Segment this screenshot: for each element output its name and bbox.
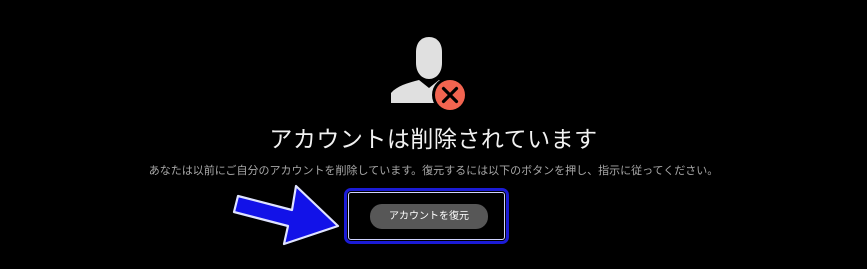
- restore-account-button[interactable]: アカウントを復元: [370, 204, 488, 229]
- page-description: あなたは以前にご自分のアカウントを削除しています。復元するには以下のボタンを押し…: [148, 164, 719, 177]
- arrow-right-icon: [232, 184, 340, 246]
- pointer-arrow: [232, 176, 344, 248]
- page-title: アカウントは削除されています: [269, 127, 598, 153]
- user-silhouette-icon: [391, 37, 468, 113]
- deleted-user-icon: [389, 33, 469, 113]
